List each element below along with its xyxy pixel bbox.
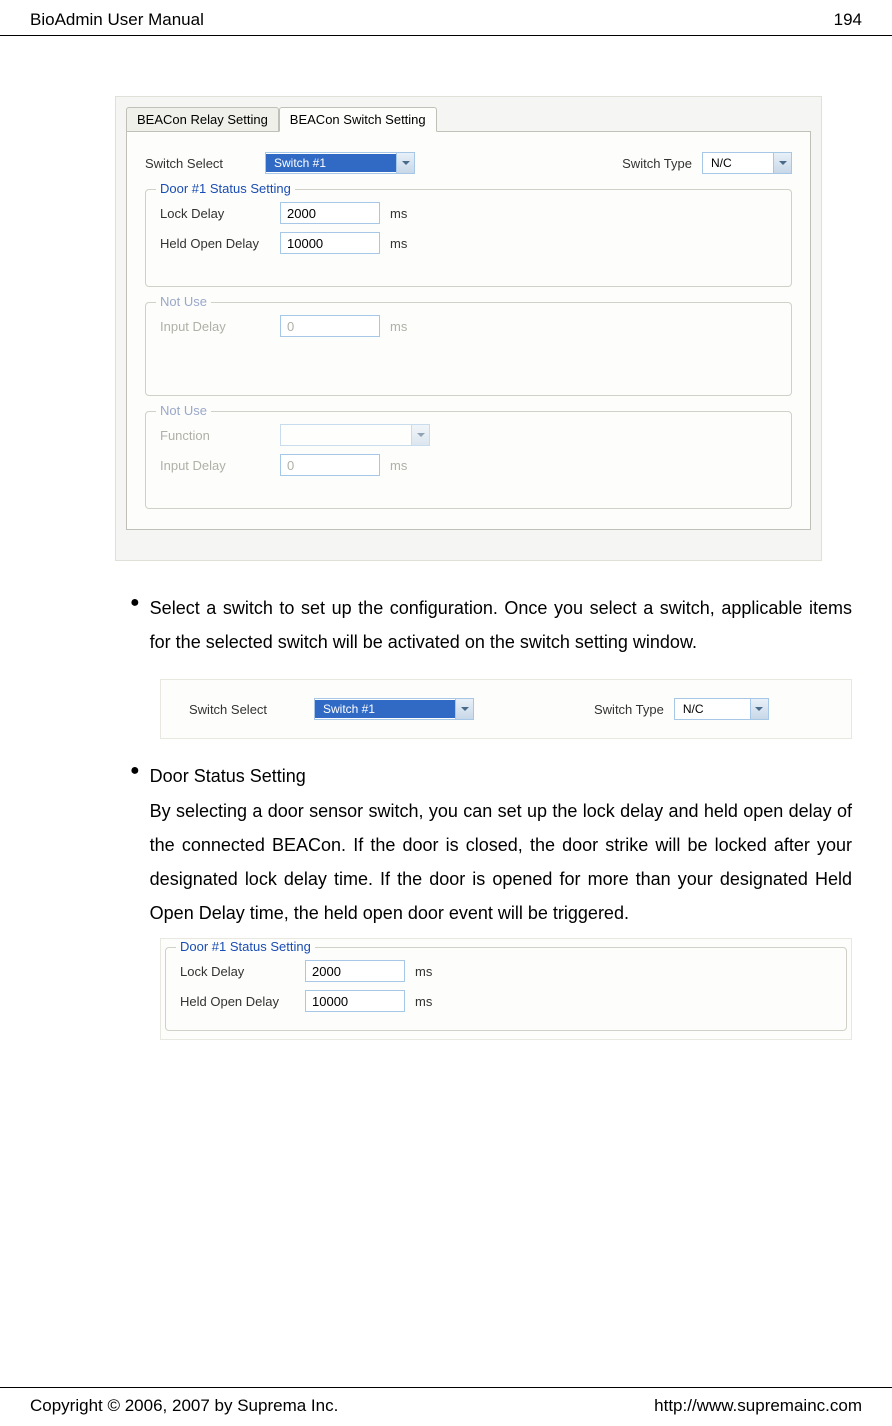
bullet-2: ● Door Status Setting By selecting a doo…: [130, 759, 852, 930]
door-status-image: Door #1 Status Setting Lock Delay ms Hel…: [160, 938, 852, 1040]
not-use-legend-1: Not Use: [156, 294, 211, 309]
held-open-input[interactable]: [280, 232, 380, 254]
bullet-1: ● Select a switch to set up the configur…: [130, 591, 852, 659]
function-dropdown: [280, 424, 430, 446]
switch-select-row-image: Switch Select Switch #1 Switch Type N/C: [160, 679, 852, 739]
inline-door-legend: Door #1 Status Setting: [176, 939, 315, 954]
door1-legend: Door #1 Status Setting: [156, 181, 295, 196]
inline-switch-select-label: Switch Select: [179, 702, 314, 717]
inline-held-open-unit: ms: [415, 994, 432, 1009]
inline-held-open-label: Held Open Delay: [180, 994, 305, 1009]
not-use-group-2: Not Use Function Input Delay ms: [145, 411, 792, 509]
bullet-icon: ●: [130, 762, 140, 930]
chevron-down-icon: [750, 699, 768, 719]
bullet-icon: ●: [130, 594, 140, 659]
switch-type-label: Switch Type: [622, 156, 692, 171]
function-value: [281, 433, 411, 437]
input-delay-label-2: Input Delay: [160, 458, 280, 473]
door1-status-group: Door #1 Status Setting Lock Delay ms Hel…: [145, 189, 792, 287]
copyright: Copyright © 2006, 2007 by Suprema Inc.: [30, 1396, 338, 1416]
chevron-down-icon: [396, 153, 414, 173]
input-delay-unit-1: ms: [390, 319, 407, 334]
tab-switch-setting[interactable]: BEACon Switch Setting: [279, 107, 437, 132]
inline-switch-type-dropdown[interactable]: N/C: [674, 698, 769, 720]
lock-delay-unit: ms: [390, 206, 407, 221]
inline-switch-type-label: Switch Type: [594, 702, 664, 717]
inline-lock-delay-unit: ms: [415, 964, 432, 979]
tab-relay-setting[interactable]: BEACon Relay Setting: [126, 107, 279, 131]
bullet-2-text: By selecting a door sensor switch, you c…: [150, 794, 852, 931]
inline-lock-delay-label: Lock Delay: [180, 964, 305, 979]
not-use-legend-2: Not Use: [156, 403, 211, 418]
switch-type-value: N/C: [703, 154, 773, 172]
page-content: BEACon Relay Setting BEACon Switch Setti…: [0, 36, 892, 1060]
footer-url: http://www.supremainc.com: [654, 1396, 862, 1416]
page-footer: Copyright © 2006, 2007 by Suprema Inc. h…: [0, 1387, 892, 1416]
page-number: 194: [834, 10, 862, 30]
page-header: BioAdmin User Manual 194: [0, 0, 892, 36]
tab-panel: Switch Select Switch #1 Switch Type N/C …: [126, 131, 811, 530]
tab-bar: BEACon Relay Setting BEACon Switch Setti…: [126, 107, 821, 131]
not-use-group-1: Not Use Input Delay ms: [145, 302, 792, 396]
inline-switch-select-dropdown[interactable]: Switch #1: [314, 698, 474, 720]
input-delay-input-1: [280, 315, 380, 337]
function-label: Function: [160, 428, 280, 443]
bullet-1-text: Select a switch to set up the configurat…: [150, 591, 852, 659]
doc-title: BioAdmin User Manual: [30, 10, 204, 30]
input-delay-unit-2: ms: [390, 458, 407, 473]
held-open-unit: ms: [390, 236, 407, 251]
input-delay-label-1: Input Delay: [160, 319, 280, 334]
inline-switch-select-value: Switch #1: [315, 700, 455, 718]
held-open-label: Held Open Delay: [160, 236, 280, 251]
chevron-down-icon: [455, 699, 473, 719]
inline-switch-type-value: N/C: [675, 700, 750, 718]
beacon-switch-dialog: BEACon Relay Setting BEACon Switch Setti…: [115, 96, 822, 561]
bullet-2-title: Door Status Setting: [150, 759, 852, 793]
input-delay-input-2: [280, 454, 380, 476]
switch-select-label: Switch Select: [145, 156, 265, 171]
lock-delay-input[interactable]: [280, 202, 380, 224]
inline-lock-delay-input[interactable]: [305, 960, 405, 982]
lock-delay-label: Lock Delay: [160, 206, 280, 221]
chevron-down-icon: [773, 153, 791, 173]
inline-held-open-input[interactable]: [305, 990, 405, 1012]
switch-select-value: Switch #1: [266, 154, 396, 172]
switch-select-dropdown[interactable]: Switch #1: [265, 152, 415, 174]
switch-type-dropdown[interactable]: N/C: [702, 152, 792, 174]
chevron-down-icon: [411, 425, 429, 445]
